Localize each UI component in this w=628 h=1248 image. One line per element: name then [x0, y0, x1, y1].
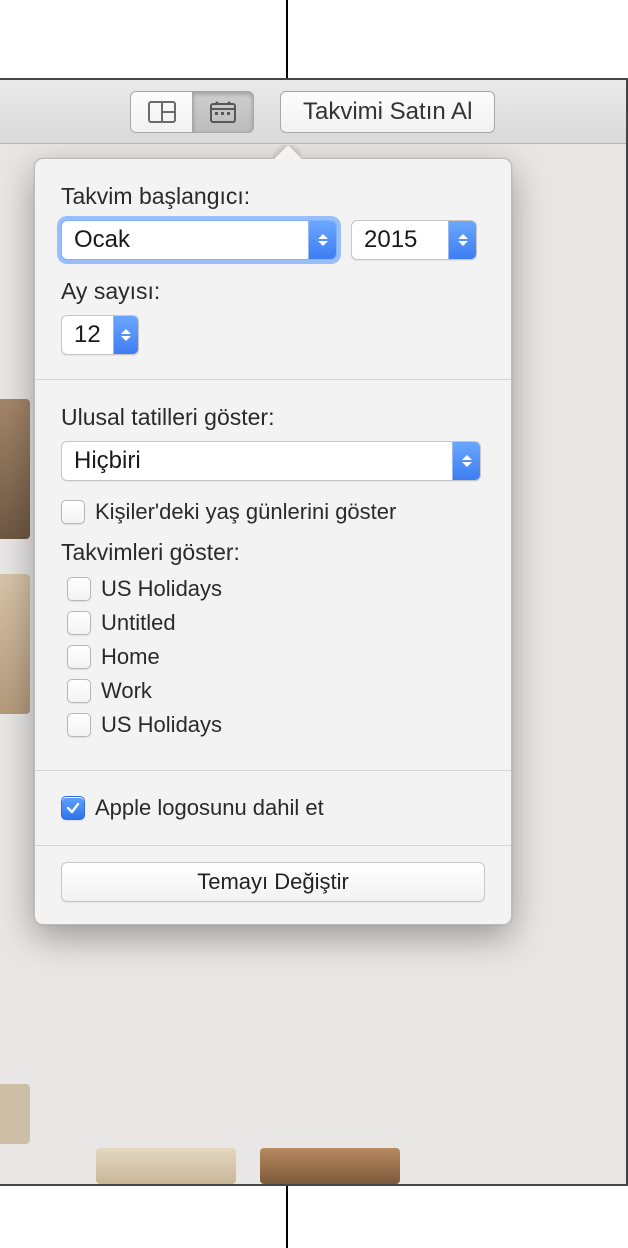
show-calendars-label: Takvimleri göster: [61, 539, 485, 566]
start-month-value: Ocak [62, 226, 308, 254]
background-thumbnail [260, 1148, 400, 1184]
layout-view-button[interactable] [130, 91, 192, 133]
toolbar: Takvimi Satın Al [0, 80, 626, 144]
holidays-popup[interactable]: Hiçbiri [61, 441, 481, 481]
calendar-checkbox[interactable] [67, 713, 91, 737]
calendar-list: US Holidays Untitled Home [61, 576, 485, 738]
months-count-value: 12 [62, 321, 113, 349]
layout-grid-icon [148, 101, 176, 123]
chevron-updown-icon [113, 316, 138, 354]
background-thumbnail [96, 1148, 236, 1184]
start-year-value: 2015 [352, 226, 448, 254]
include-logo-row[interactable]: Apple logosunu dahil et [61, 795, 485, 821]
birthdays-checkbox-row[interactable]: Kişiler'deki yaş günlerini göster [61, 499, 485, 525]
months-count-label: Ay sayısı: [61, 278, 485, 305]
calendar-row[interactable]: Work [67, 678, 485, 704]
change-theme-button[interactable]: Temayı Değiştir [61, 862, 485, 902]
start-label: Takvim başlangıcı: [61, 183, 485, 210]
section-logo: Apple logosunu dahil et [35, 770, 511, 845]
change-theme-label: Temayı Değiştir [197, 869, 349, 894]
calendar-row[interactable]: US Holidays [67, 712, 485, 738]
calendar-checkbox[interactable] [67, 645, 91, 669]
holidays-value: Hiçbiri [62, 447, 452, 475]
content-area: Takvim başlangıcı: Ocak 2015 [0, 144, 626, 1184]
buy-calendar-label: Takvimi Satın Al [303, 98, 472, 126]
section-start: Takvim başlangıcı: Ocak 2015 [35, 159, 511, 379]
calendar-label: Untitled [101, 610, 176, 636]
buy-calendar-button[interactable]: Takvimi Satın Al [280, 91, 495, 133]
calendar-settings-button[interactable] [192, 91, 254, 133]
section-holidays: Ulusal tatilleri göster: Hiçbiri [35, 379, 511, 770]
calendar-checkbox[interactable] [67, 611, 91, 635]
calendar-row[interactable]: Home [67, 644, 485, 670]
calendar-label: US Holidays [101, 576, 222, 602]
holidays-label: Ulusal tatilleri göster: [61, 404, 485, 431]
birthdays-label: Kişiler'deki yaş günlerini göster [95, 499, 396, 525]
start-year-popup[interactable]: 2015 [351, 220, 477, 260]
months-count-popup[interactable]: 12 [61, 315, 139, 355]
calendar-label: US Holidays [101, 712, 222, 738]
calendar-row[interactable]: Untitled [67, 610, 485, 636]
calendar-label: Home [101, 644, 160, 670]
chevron-updown-icon [448, 221, 476, 259]
include-logo-checkbox[interactable] [61, 796, 85, 820]
calendar-label: Work [101, 678, 152, 704]
include-logo-label: Apple logosunu dahil et [95, 795, 324, 821]
background-thumbnail [0, 574, 30, 714]
calendar-settings-popover: Takvim başlangıcı: Ocak 2015 [34, 158, 512, 925]
chevron-updown-icon [452, 442, 480, 480]
callout-leader-top [286, 0, 288, 78]
section-theme: Temayı Değiştir [35, 845, 511, 924]
view-toggle-group [130, 91, 254, 133]
birthdays-checkbox[interactable] [61, 500, 85, 524]
window-frame: Takvimi Satın Al Takvim başlangıcı: Ocak [0, 78, 628, 1186]
chevron-updown-icon [308, 221, 336, 259]
popover-arrow [273, 145, 301, 159]
background-thumbnail [0, 1084, 30, 1144]
calendar-icon [209, 101, 237, 123]
calendar-row[interactable]: US Holidays [67, 576, 485, 602]
calendar-checkbox[interactable] [67, 577, 91, 601]
start-month-popup[interactable]: Ocak [61, 220, 337, 260]
background-thumbnail [0, 399, 30, 539]
calendar-checkbox[interactable] [67, 679, 91, 703]
check-icon [65, 800, 81, 816]
